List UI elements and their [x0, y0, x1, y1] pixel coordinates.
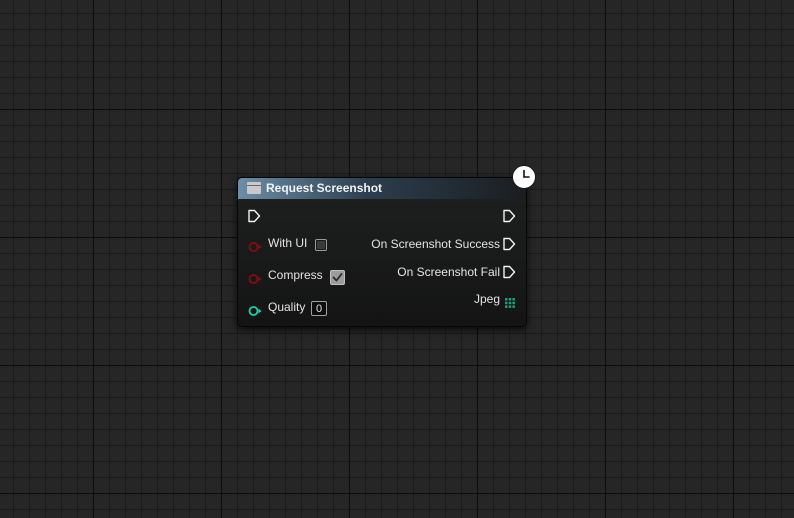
clock-icon — [512, 165, 536, 189]
compress-label: Compress — [268, 268, 323, 282]
with-ui-pin-icon[interactable] — [248, 240, 262, 252]
quality-label: Quality — [268, 300, 306, 314]
on-screenshot-fail-pin-icon[interactable] — [502, 265, 516, 279]
exec-out-pin-icon[interactable] — [502, 209, 516, 223]
compress-checkbox[interactable] — [330, 270, 345, 285]
function-icon — [247, 182, 261, 194]
on-screenshot-success-pin-icon[interactable] — [502, 237, 516, 251]
on-screenshot-success-label: On Screenshot Success — [371, 237, 500, 251]
exec-in-pin-icon[interactable] — [247, 209, 261, 223]
checkmark-icon — [332, 273, 343, 282]
array-pin-icon[interactable] — [505, 295, 515, 308]
request-screenshot-node[interactable]: Request Screenshot With UI Compress Qual… — [237, 165, 536, 327]
quality-pin-icon[interactable] — [248, 304, 262, 316]
compress-pin-icon[interactable] — [248, 272, 262, 284]
blueprint-graph-canvas[interactable]: Request Screenshot With UI Compress Qual… — [0, 0, 794, 518]
node-header[interactable]: Request Screenshot — [238, 178, 526, 199]
on-screenshot-fail-label: On Screenshot Fail — [397, 265, 500, 279]
with-ui-checkbox[interactable] — [315, 239, 327, 251]
node-body: With UI Compress Quality 0 On Screenshot… — [238, 199, 526, 326]
node-title: Request Screenshot — [266, 181, 383, 195]
quality-input[interactable]: 0 — [311, 301, 327, 316]
with-ui-label: With UI — [268, 236, 308, 250]
jpeg-label: Jpeg — [473, 292, 500, 306]
